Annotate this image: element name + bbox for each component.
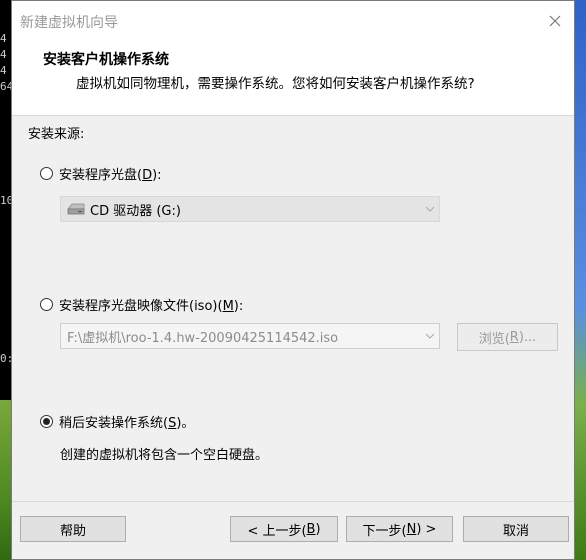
close-icon	[549, 15, 561, 27]
terminal-line: 4	[0, 64, 7, 77]
window-title: 新建虚拟机向导	[20, 15, 118, 31]
terminal-line: 4	[0, 32, 7, 45]
help-button[interactable]: 帮助	[20, 516, 126, 542]
install-later-radio[interactable]	[40, 415, 53, 428]
install-later-option[interactable]: 稍后安装操作系统(S)。	[40, 412, 194, 431]
install-later-description: 创建的虚拟机将包含一个空白硬盘。	[60, 448, 269, 463]
installer-disc-option[interactable]: 安装程序光盘(D):	[40, 164, 162, 183]
browse-button[interactable]: 浏览(R)...	[457, 323, 558, 351]
wizard-header: 安装客户机操作系统 虚拟机如同物理机，需要操作系统。您将如何安装客户机操作系统?	[12, 43, 574, 116]
iso-image-radio[interactable]	[40, 298, 53, 311]
install-source-label: 安装来源:	[28, 127, 85, 142]
cd-drive-value: CD 驱动器 (G:)	[90, 203, 181, 219]
install-later-label: 稍后安装操作系统(S)。	[59, 416, 195, 431]
chevron-down-icon	[421, 333, 439, 339]
iso-path-value: F:\虚拟机\roo-1.4.hw-20090425114542.iso	[67, 330, 339, 346]
chevron-down-icon	[421, 206, 439, 212]
terminal-line: 4	[0, 48, 7, 61]
page-title: 安装客户机操作系统	[43, 52, 169, 68]
next-button[interactable]: 下一步(N) >	[346, 516, 453, 542]
cd-drive-select[interactable]: CD 驱动器 (G:)	[60, 196, 440, 222]
cd-drive-icon	[66, 203, 86, 215]
page-subtitle: 虚拟机如同物理机，需要操作系统。您将如何安装客户机操作系统?	[76, 76, 475, 92]
title-bar: 新建虚拟机向导	[12, 1, 574, 43]
iso-image-option[interactable]: 安装程序光盘映像文件(iso)(M):	[40, 295, 243, 314]
new-vm-wizard-dialog: 新建虚拟机向导 安装客户机操作系统 虚拟机如同物理机，需要操作系统。您将如何安装…	[11, 0, 575, 560]
installer-disc-radio[interactable]	[40, 167, 53, 180]
footer-divider	[12, 501, 574, 502]
cancel-button[interactable]: 取消	[463, 516, 569, 542]
iso-image-label: 安装程序光盘映像文件(iso)(M):	[59, 299, 244, 314]
close-button[interactable]	[542, 9, 568, 33]
iso-path-combobox[interactable]: F:\虚拟机\roo-1.4.hw-20090425114542.iso	[60, 323, 440, 349]
back-button[interactable]: < 上一步(B)	[230, 516, 338, 542]
installer-disc-label: 安装程序光盘(D):	[59, 168, 162, 183]
